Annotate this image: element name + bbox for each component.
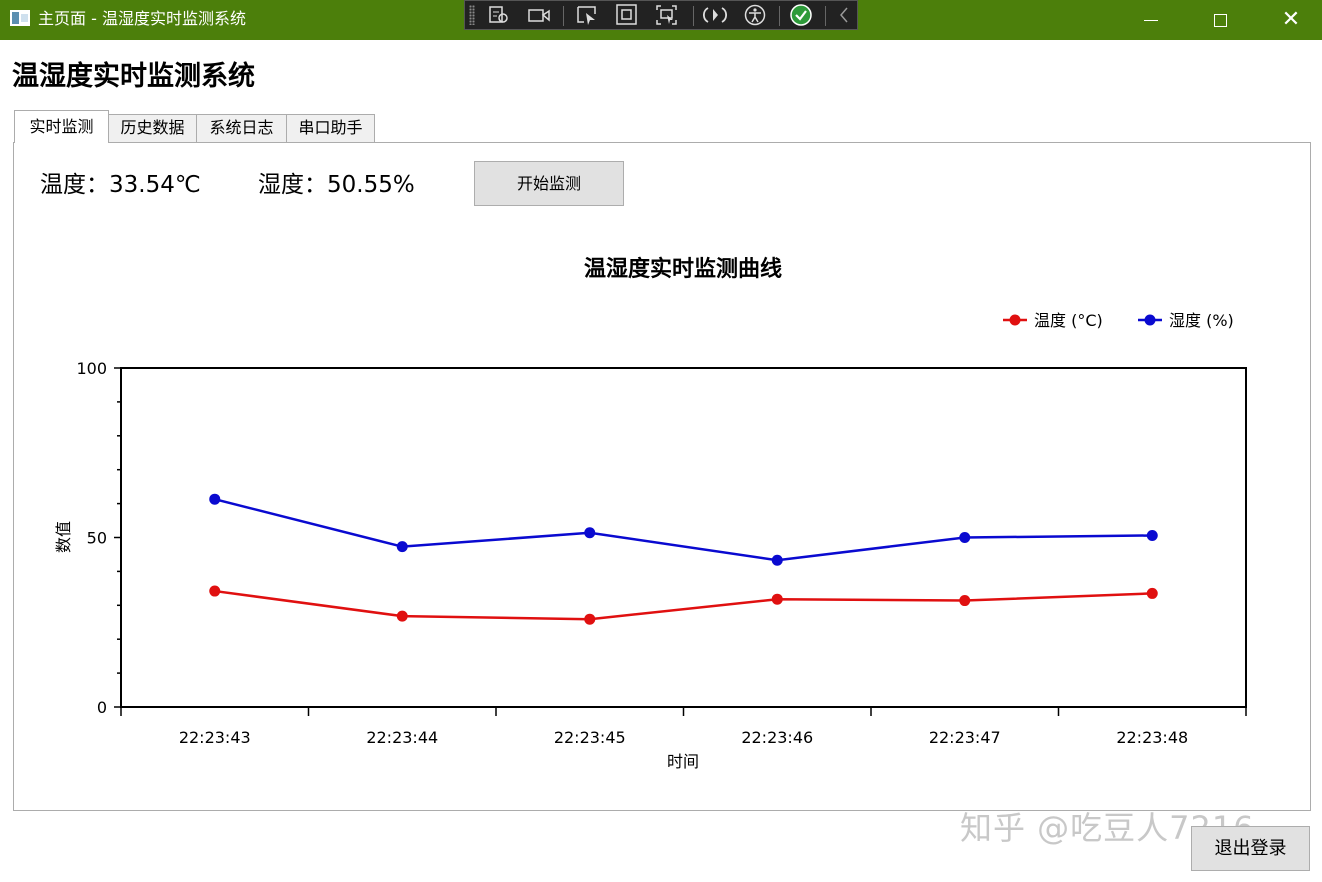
tab-serial-assistant[interactable]: 串口助手 (286, 114, 375, 142)
tab-history-data[interactable]: 历史数据 (108, 114, 197, 142)
minimize-button[interactable] (1128, 0, 1174, 40)
collapse-chevron-icon[interactable] (833, 4, 857, 26)
tab-panel-realtime (13, 142, 1311, 811)
tab-realtime-monitor[interactable]: 实时监测 (14, 110, 109, 143)
hot-reload-icon[interactable] (702, 4, 728, 26)
start-monitor-button[interactable]: 开始监测 (474, 161, 624, 206)
close-button[interactable]: ✕ (1268, 0, 1314, 40)
toolbar-separator (563, 6, 564, 26)
close-icon: ✕ (1281, 7, 1301, 32)
maximize-button[interactable] (1197, 0, 1243, 40)
debug-toolbar (464, 0, 858, 30)
toolbar-separator (825, 6, 826, 26)
temperature-reading: 温度：33.54℃ (40, 172, 201, 198)
logout-button[interactable]: 退出登录 (1191, 826, 1310, 871)
record-icon[interactable] (527, 4, 551, 26)
accessibility-icon[interactable] (743, 4, 767, 26)
binding-ok-icon[interactable] (789, 4, 813, 26)
app-icon (10, 10, 30, 26)
toolbar-separator (779, 6, 780, 26)
maximize-icon (1213, 13, 1227, 27)
live-visual-tree-icon[interactable] (487, 4, 511, 26)
page-title: 温湿度实时监测系统 (12, 61, 255, 92)
window-title: 主页面 - 温湿度实时监测系统 (38, 9, 246, 28)
select-element-icon[interactable] (575, 4, 599, 26)
toolbar-separator (693, 6, 694, 26)
minimize-icon (1144, 19, 1158, 21)
display-layout-adorners-icon[interactable] (615, 4, 639, 26)
toolbar-grip-icon[interactable] (469, 5, 475, 25)
humidity-reading: 湿度：50.55% (258, 172, 415, 198)
track-focus-icon[interactable] (655, 4, 679, 26)
tab-system-log[interactable]: 系统日志 (196, 114, 287, 142)
